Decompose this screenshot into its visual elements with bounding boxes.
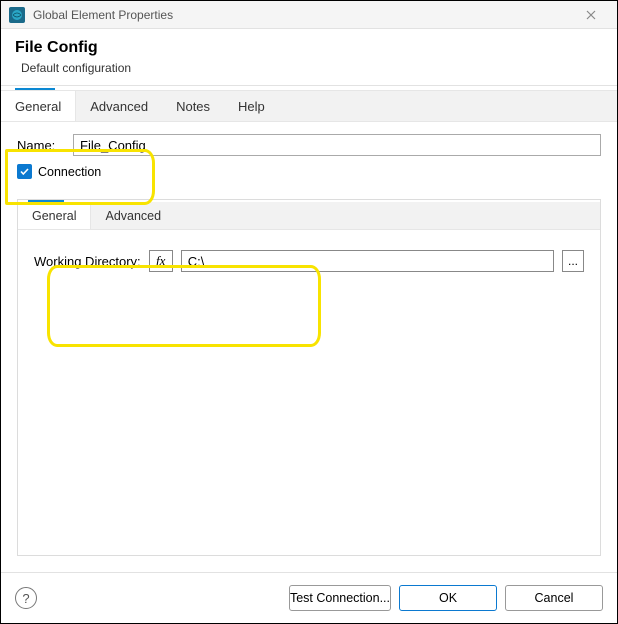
inner-tab-advanced[interactable]: Advanced (91, 202, 175, 229)
working-directory-input[interactable] (181, 250, 554, 272)
inner-tabs: General Advanced (18, 202, 600, 230)
working-directory-row: Working Directory: fx ... (34, 250, 584, 272)
window-titlebar: Global Element Properties (1, 1, 617, 29)
name-row: Name: (17, 134, 601, 156)
connection-label: Connection (38, 165, 101, 179)
test-connection-button[interactable]: Test Connection... (289, 585, 391, 611)
tab-advanced[interactable]: Advanced (76, 91, 162, 121)
close-icon (585, 9, 597, 21)
page-subtitle: Default configuration (21, 61, 603, 75)
main-tabs: General Advanced Notes Help (1, 90, 617, 122)
cancel-button[interactable]: Cancel (505, 585, 603, 611)
help-icon[interactable]: ? (15, 587, 37, 609)
form-area: Name: Connection (1, 122, 617, 193)
tab-help[interactable]: Help (224, 91, 279, 121)
name-input[interactable] (73, 134, 601, 156)
ok-button[interactable]: OK (399, 585, 497, 611)
name-label: Name: (17, 138, 73, 153)
dialog-header: File Config Default configuration (1, 29, 617, 86)
window-title: Global Element Properties (33, 8, 573, 22)
working-directory-label: Working Directory: (34, 254, 141, 269)
inner-tab-general[interactable]: General (18, 202, 91, 229)
app-icon (9, 7, 25, 23)
tab-notes[interactable]: Notes (162, 91, 224, 121)
dialog-footer: ? Test Connection... OK Cancel (1, 572, 617, 623)
fx-button[interactable]: fx (149, 250, 173, 272)
close-button[interactable] (573, 1, 609, 28)
browse-button[interactable]: ... (562, 250, 584, 272)
tab-general[interactable]: General (1, 91, 76, 121)
connection-row: Connection (17, 164, 601, 179)
page-title: File Config (15, 39, 603, 57)
check-icon (19, 166, 30, 177)
connection-panel: General Advanced Working Directory: fx .… (17, 199, 601, 556)
inner-body: Working Directory: fx ... (18, 230, 600, 292)
connection-checkbox[interactable] (17, 164, 32, 179)
